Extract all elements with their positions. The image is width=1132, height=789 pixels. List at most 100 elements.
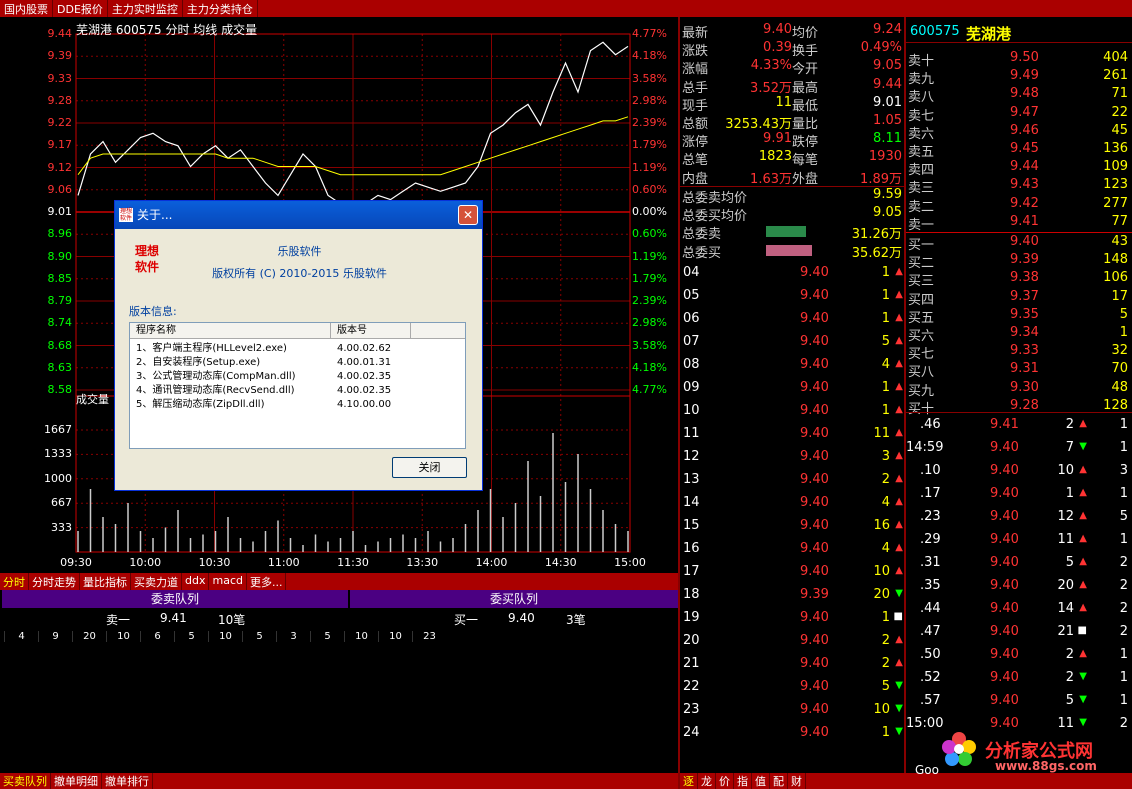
close-button[interactable]: 关闭	[392, 457, 467, 478]
tick-row[interactable]: .17 9.40 1 ▲ 1	[906, 483, 1132, 506]
version-row[interactable]: 2、自安装程序(Setup.exe) 4.00.01.31	[130, 356, 465, 370]
logo-extra: Goo	[915, 763, 939, 777]
tab-zhi[interactable]: 指	[734, 773, 752, 789]
tab-volume-ratio[interactable]: 量比指标	[80, 573, 131, 590]
col-version[interactable]: 版本号	[331, 323, 411, 338]
trade-row[interactable]: 17 9.40 10 ▲	[680, 561, 904, 584]
trade-row[interactable]: 07 9.40 5 ▲	[680, 331, 904, 354]
version-list[interactable]: 程序名称 版本号 1、客户端主程序(HLLevel2.exe) 4.00.02.6…	[129, 322, 466, 449]
tab-more[interactable]: 更多...	[247, 573, 287, 590]
stat-row: 内盘 1.63万 外盘 1.89万	[680, 168, 904, 187]
tick-time: .44	[920, 601, 941, 616]
tick-row[interactable]: .52 9.40 2 ▼ 1	[906, 667, 1132, 690]
tab-buysell-power[interactable]: 买卖力道	[131, 573, 182, 590]
trade-row[interactable]: 10 9.40 1 ▲	[680, 400, 904, 423]
trade-row[interactable]: 23 9.40 10 ▼	[680, 699, 904, 722]
percent-tick-label: 1.19%	[632, 249, 667, 263]
sell-level-row[interactable]: 卖九 9.49 261	[906, 68, 1132, 87]
tick-row[interactable]: .23 9.40 12 ▲ 5	[906, 506, 1132, 529]
tab-queue[interactable]: 买卖队列	[0, 773, 51, 789]
stat-label: 总笔	[682, 153, 709, 169]
version-row[interactable]: 1、客户端主程序(HLLevel2.exe) 4.00.02.62	[130, 342, 465, 356]
tick-row[interactable]: 14:59 9.40 7 ▼ 1	[906, 437, 1132, 460]
buy-level-row[interactable]: 买六 9.34 1	[906, 325, 1132, 344]
col-name[interactable]: 程序名称	[130, 323, 331, 338]
trade-row[interactable]: 15 9.40 16 ▲	[680, 515, 904, 538]
version-row[interactable]: 4、通讯管理动态库(RecvSend.dll) 4.00.02.35	[130, 384, 465, 398]
tick-row[interactable]: .57 9.40 5 ▼ 1	[906, 690, 1132, 713]
buy-level-row[interactable]: 买八 9.31 70	[906, 361, 1132, 380]
trade-row[interactable]: 19 9.40 1 ■	[680, 607, 904, 630]
sell-level-row[interactable]: 卖六 9.46 45	[906, 123, 1132, 142]
tab-zhi2[interactable]: 值	[752, 773, 770, 789]
version-row[interactable]: 3、公式管理动态库(CompMan.dll) 4.00.02.35	[130, 370, 465, 384]
tab-cancel-rank[interactable]: 撤单排行	[102, 773, 153, 789]
sell-level-row[interactable]: 卖三 9.43 123	[906, 177, 1132, 196]
trade-row[interactable]: 24 9.40 1 ▼	[680, 722, 904, 745]
sell-level-row[interactable]: 卖五 9.45 136	[906, 141, 1132, 160]
trade-time: 15	[683, 518, 700, 533]
tick-count: 1	[1119, 647, 1128, 662]
trade-row[interactable]: 09 9.40 1 ▲	[680, 377, 904, 400]
tick-row[interactable]: .10 9.40 10 ▲ 3	[906, 460, 1132, 483]
trade-volume: 20	[873, 587, 890, 602]
trade-row[interactable]: 08 9.40 4 ▲	[680, 354, 904, 377]
trade-row[interactable]: 06 9.40 1 ▲	[680, 308, 904, 331]
queue-order-size: 10	[208, 631, 242, 642]
tick-row[interactable]: .44 9.40 14 ▲ 2	[906, 598, 1132, 621]
tick-row[interactable]: .47 9.40 21 ■ 2	[906, 621, 1132, 644]
trade-row[interactable]: 12 9.40 3 ▲	[680, 446, 904, 469]
sell-level-row[interactable]: 卖一 9.41 77	[906, 214, 1132, 233]
trade-row[interactable]: 04 9.40 1 ▲	[680, 262, 904, 285]
percent-tick-label: 3.58%	[632, 71, 667, 85]
trade-row[interactable]: 14 9.40 4 ▲	[680, 492, 904, 515]
close-icon[interactable]: ✕	[458, 205, 478, 225]
trade-direction-icon: ■	[893, 611, 903, 622]
tick-row[interactable]: .46 9.41 2 ▲ 1	[906, 414, 1132, 437]
buy-level-row[interactable]: 买三 9.38 106	[906, 270, 1132, 289]
queue-order-size: 3	[276, 631, 310, 642]
tab-trend[interactable]: 分时走势	[29, 573, 80, 590]
trade-volume: 4	[881, 495, 890, 510]
trade-direction-icon: ▲	[895, 450, 903, 461]
buy-level-row[interactable]: 买五 9.35 5	[906, 307, 1132, 326]
tab-cancel-detail[interactable]: 撤单明细	[51, 773, 102, 789]
tick-time: .29	[920, 532, 941, 547]
tab-ddx[interactable]: ddx	[182, 573, 210, 590]
sell-level-row[interactable]: 卖二 9.42 277	[906, 196, 1132, 215]
buy-level-row[interactable]: 买二 9.39 148	[906, 252, 1132, 271]
tab-fenshi[interactable]: 分时	[0, 573, 29, 590]
trade-row[interactable]: 20 9.40 2 ▲	[680, 630, 904, 653]
level-price: 9.28	[1010, 397, 1039, 413]
tab-cai[interactable]: 财	[788, 773, 806, 789]
buy-level-row[interactable]: 买七 9.33 32	[906, 343, 1132, 362]
tab-pei[interactable]: 配	[770, 773, 788, 789]
tab-macd[interactable]: macd	[209, 573, 247, 590]
tick-row[interactable]: .50 9.40 2 ▲ 1	[906, 644, 1132, 667]
level-price: 9.43	[1010, 177, 1039, 193]
trade-row[interactable]: 21 9.40 2 ▲	[680, 653, 904, 676]
trade-volume: 5	[881, 334, 890, 349]
program-version: 4.00.02.62	[337, 343, 392, 354]
tick-row[interactable]: .35 9.40 20 ▲ 2	[906, 575, 1132, 598]
tick-row[interactable]: .31 9.40 5 ▲ 2	[906, 552, 1132, 575]
trade-row[interactable]: 11 9.40 11 ▲	[680, 423, 904, 446]
trade-row[interactable]: 13 9.40 2 ▲	[680, 469, 904, 492]
trade-row[interactable]: 05 9.40 1 ▲	[680, 285, 904, 308]
sell-level-row[interactable]: 卖八 9.48 71	[906, 86, 1132, 105]
trade-row[interactable]: 16 9.40 4 ▲	[680, 538, 904, 561]
trade-row[interactable]: 18 9.39 20 ▼	[680, 584, 904, 607]
buy-level-row[interactable]: 买四 9.37 17	[906, 289, 1132, 308]
buy-level-row[interactable]: 买一 9.40 43	[906, 234, 1132, 253]
sell-level-row[interactable]: 卖四 9.44 109	[906, 159, 1132, 178]
version-row[interactable]: 5、解压缩动态库(ZipDll.dll) 4.10.00.00	[130, 398, 465, 412]
trade-row[interactable]: 22 9.40 5 ▼	[680, 676, 904, 699]
buy-level-row[interactable]: 买九 9.30 48	[906, 380, 1132, 399]
sell-level-row[interactable]: 卖十 9.50 404	[906, 50, 1132, 69]
tick-row[interactable]: .29 9.40 11 ▲ 1	[906, 529, 1132, 552]
dialog-titlebar[interactable]: 理想 软件 关于... ✕	[115, 201, 482, 229]
tab-jia[interactable]: 价	[716, 773, 734, 789]
tab-zhu[interactable]: 逐	[680, 773, 698, 789]
sell-level-row[interactable]: 卖七 9.47 22	[906, 105, 1132, 124]
tab-long[interactable]: 龙	[698, 773, 716, 789]
